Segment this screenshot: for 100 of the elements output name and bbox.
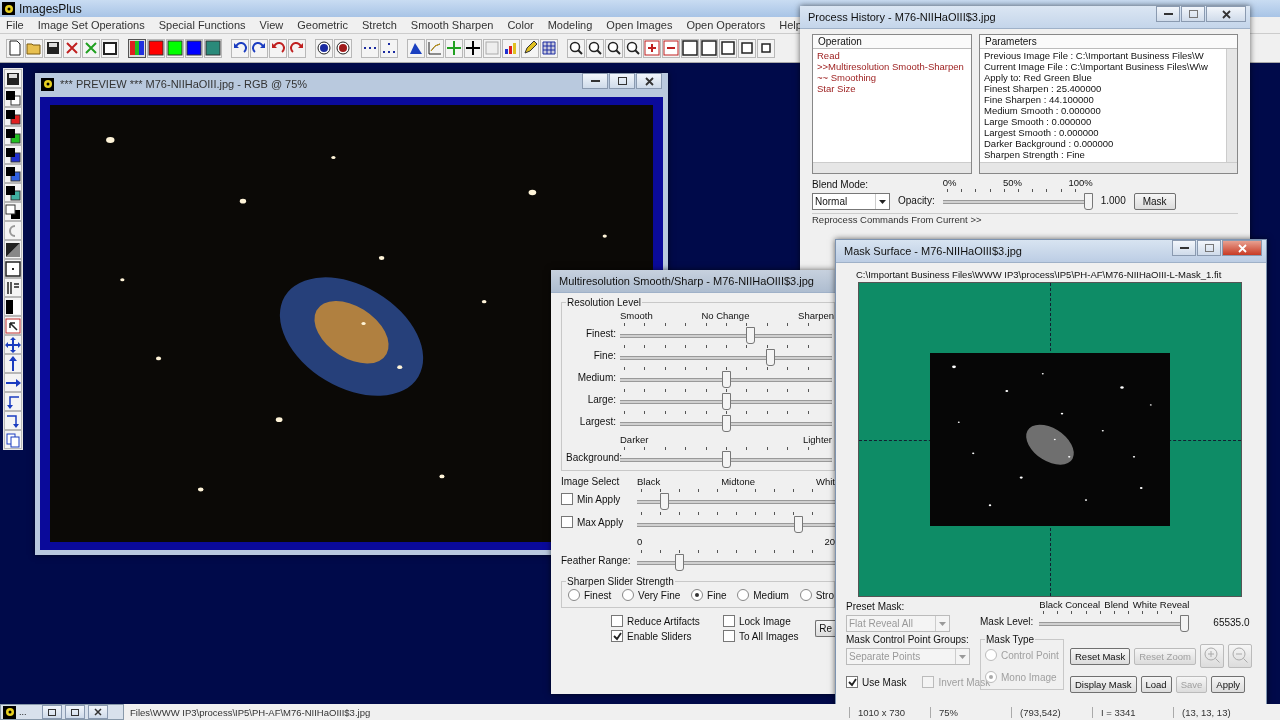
restore-icon[interactable] [42,705,62,719]
gradient-icon[interactable] [4,240,22,259]
checkbox[interactable] [561,493,573,505]
square-pair-icon[interactable] [4,126,22,145]
slider-thumb[interactable] [793,516,803,533]
slider-thumb[interactable] [721,393,731,410]
square-icon[interactable] [700,38,718,58]
mask-button[interactable]: Mask [1133,193,1176,210]
dropdown-arrow-icon[interactable] [879,199,886,204]
square-pair-icon[interactable] [4,145,22,164]
minus-box-icon[interactable] [662,38,680,58]
square-pair-icon[interactable] [4,202,22,221]
move-icon[interactable] [4,335,22,354]
undo-icon[interactable] [231,38,249,58]
maximize-icon[interactable] [65,705,85,719]
radio-button[interactable] [622,589,634,601]
close-icon[interactable] [88,705,108,719]
scrollbar[interactable] [980,162,1237,173]
pencil-icon[interactable] [521,38,539,58]
radio-button[interactable] [737,589,750,601]
menu-item[interactable]: Modeling [547,19,593,31]
zoom-in-icon[interactable] [567,38,585,58]
mask-button[interactable]: Apply [1211,676,1246,693]
minimize-icon[interactable] [1172,240,1196,256]
histogram-icon[interactable] [407,38,425,58]
zoom-out-icon[interactable] [586,38,604,58]
slider-thumb[interactable] [674,554,684,571]
square-icon[interactable] [757,38,775,58]
half-icon[interactable] [4,297,22,316]
menu-item[interactable]: View [259,19,284,31]
radio-button[interactable] [799,589,812,601]
dots-icon[interactable] [380,38,398,58]
minimize-icon[interactable] [1156,6,1180,22]
slider-thumb[interactable] [721,415,731,432]
swatch-icon[interactable] [185,38,203,58]
menu-item[interactable]: Smooth Sharpen [410,19,494,31]
plus-box-icon[interactable] [643,38,661,58]
mask-button[interactable]: Reset Mask [1070,647,1131,665]
redo-icon[interactable] [250,38,268,58]
minimized-window[interactable]: ... [0,704,124,720]
radio-button[interactable] [691,589,704,601]
slider-thumb[interactable] [721,451,731,468]
swatch-icon[interactable] [147,38,165,58]
bars-icon[interactable] [4,278,22,297]
slider-thumb[interactable] [1180,615,1190,632]
swatch-icon[interactable] [166,38,184,58]
scrollbar[interactable] [1226,49,1237,162]
slider-thumb[interactable] [766,349,776,366]
minimize-icon[interactable] [582,73,608,89]
menu-item[interactable]: Open Operators [686,19,766,31]
menu-item[interactable]: Open Images [606,19,673,31]
slider-thumb[interactable] [721,371,731,388]
menu-item[interactable]: Special Functions [158,19,246,31]
save-icon[interactable] [44,38,62,58]
new-file-icon[interactable] [6,38,24,58]
save-icon[interactable] [4,69,22,88]
crosshair-icon[interactable] [464,38,482,58]
frame-icon[interactable] [4,259,22,278]
scrollbar[interactable] [813,162,971,173]
operation-item[interactable]: ~~ Smoothing [817,72,967,83]
menu-item[interactable]: Geometric [297,19,348,31]
ring-icon[interactable] [315,38,333,58]
checkbox[interactable] [611,630,623,642]
menu-item[interactable]: Image Set Operations [37,19,145,31]
ring-icon[interactable] [334,38,352,58]
square-icon[interactable] [738,38,756,58]
copy-icon[interactable] [4,430,22,449]
slider-thumb[interactable] [659,493,669,510]
slider-thumb[interactable] [1083,193,1093,210]
square-pair-icon[interactable] [4,183,22,202]
operation-item[interactable]: >>Multiresolution Smooth-Sharpen [817,61,967,72]
operation-item[interactable]: Star Size [817,83,967,94]
checkbox[interactable] [561,516,573,528]
checkbox[interactable] [611,615,623,627]
square-pair-icon[interactable] [4,164,22,183]
square-icon[interactable] [681,38,699,58]
blend-mode-dropdown[interactable]: Normal [812,193,890,210]
close-icon[interactable] [1206,6,1246,22]
close-icon[interactable] [1222,240,1262,256]
menu-item[interactable]: Stretch [362,19,397,31]
maximize-icon[interactable] [609,73,635,89]
checkbox[interactable] [846,676,858,688]
color-bars-icon[interactable] [128,38,146,58]
slider-thumb[interactable] [745,327,755,344]
menu-item[interactable]: Color [507,19,534,31]
pointer-icon[interactable] [4,316,22,335]
reset-button[interactable]: Re [815,620,835,637]
operation-item[interactable]: Read [817,50,967,61]
checkbox[interactable] [723,615,735,627]
x-mark-icon[interactable] [63,38,81,58]
square-icon[interactable] [719,38,737,58]
close-icon[interactable] [636,73,662,89]
chart-icon[interactable] [502,38,520,58]
square-pair-icon[interactable] [4,107,22,126]
window-icon[interactable] [101,38,119,58]
radio-button[interactable] [568,589,580,601]
menu-item[interactable]: File [6,19,24,31]
mask-button[interactable]: Display Mask [1070,676,1137,693]
checkbox[interactable] [723,630,735,642]
zoom-icon[interactable] [605,38,623,58]
